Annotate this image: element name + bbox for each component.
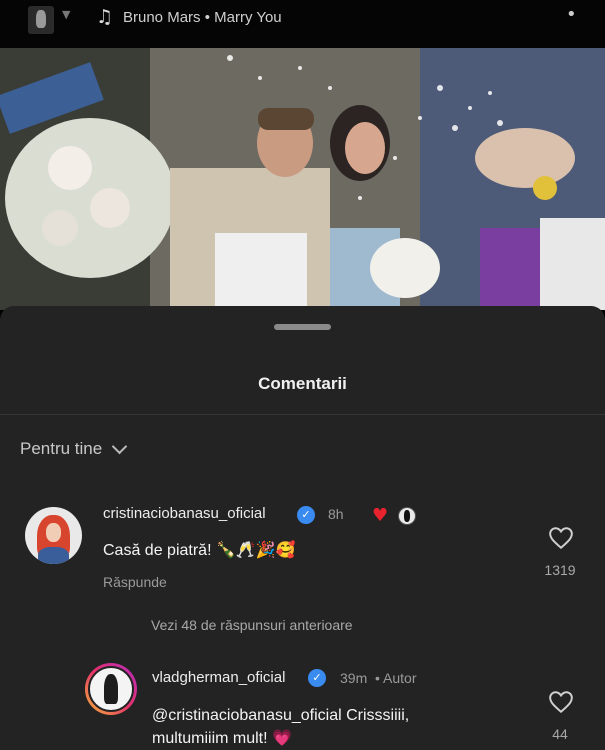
creator-mini-avatar xyxy=(398,507,416,525)
sort-filter-dropdown[interactable]: Pentru tine xyxy=(20,438,128,459)
divider xyxy=(0,414,605,415)
comment-text: Casă de piatră! 🍾🥂🎉🥰 xyxy=(103,542,296,559)
reply-button[interactable]: Răspunde xyxy=(103,574,167,590)
filter-label: Pentru tine xyxy=(20,439,103,458)
comments-sheet: Comentarii Pentru tine cristinaciobanasu… xyxy=(0,306,605,750)
avatar[interactable] xyxy=(25,507,82,564)
creator-liked-heart-icon: ♥ xyxy=(372,505,389,526)
avatar[interactable] xyxy=(85,663,137,715)
sheet-title: Comentarii xyxy=(258,374,347,393)
chevron-down-icon xyxy=(111,438,128,454)
like-heart-icon[interactable] xyxy=(548,690,574,714)
like-count: 1319 xyxy=(544,562,576,578)
more-options-icon[interactable]: • xyxy=(566,4,577,25)
reply-text-line1: @cristinaciobanasu_oficial Crisssiiii, xyxy=(152,707,410,724)
view-previous-replies-button[interactable]: Vezi 48 de răspunsuri anterioare xyxy=(151,617,353,633)
reply-time: 39m xyxy=(340,670,368,686)
song-title[interactable]: Bruno Mars • Marry You xyxy=(123,9,282,26)
drag-handle[interactable] xyxy=(274,324,331,330)
music-note-icon: ♫ xyxy=(96,6,114,28)
reply-username[interactable]: vladgherman_oficial xyxy=(152,669,285,686)
post-image xyxy=(0,48,605,310)
reply-text-line2: multumiiim mult! 💗 xyxy=(152,730,292,747)
bookmark-icon: ▼ xyxy=(62,8,71,21)
like-count: 44 xyxy=(552,726,568,742)
creator-avatar[interactable] xyxy=(28,6,54,34)
verified-badge-icon: ✓ xyxy=(308,669,326,687)
comment-username[interactable]: cristinaciobanasu_oficial xyxy=(103,505,266,522)
music-bar: ▼ ♫ Bruno Mars • Marry You • xyxy=(0,0,605,48)
comment-time: 8h xyxy=(328,506,344,522)
like-heart-icon[interactable] xyxy=(548,526,574,550)
verified-badge-icon: ✓ xyxy=(297,506,315,524)
author-tag: • Autor xyxy=(375,670,417,686)
